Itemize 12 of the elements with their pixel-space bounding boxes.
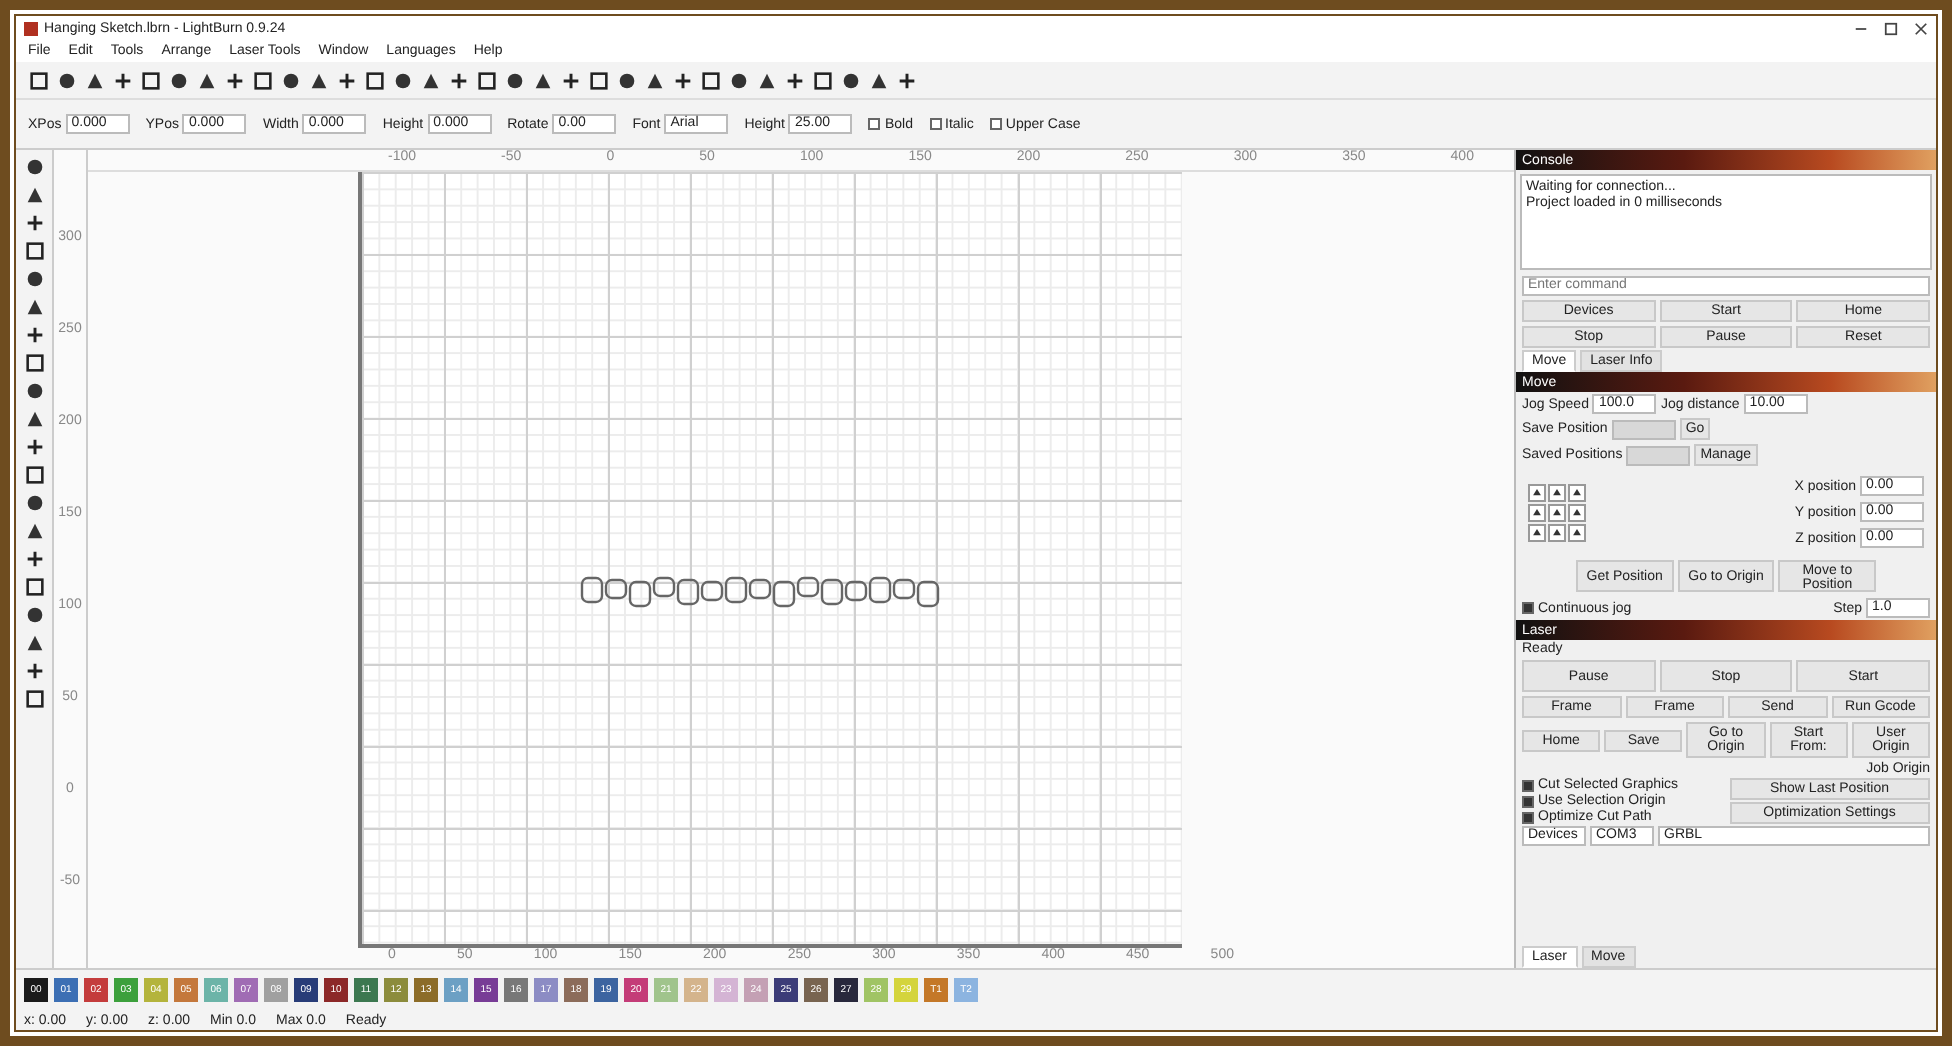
app-logo-icon	[24, 21, 38, 35]
close-icon[interactable]	[1914, 21, 1928, 35]
checkbox[interactable]	[989, 118, 1002, 130]
input-field[interactable]	[1626, 445, 1691, 465]
checkbox[interactable]	[868, 118, 881, 130]
input-field[interactable]	[1611, 419, 1676, 439]
checkbox[interactable]	[1522, 779, 1534, 791]
checkbox[interactable]	[1522, 811, 1534, 823]
checkbox[interactable]	[929, 118, 941, 130]
checkbox[interactable]	[1522, 602, 1534, 614]
checkbox[interactable]	[1522, 795, 1534, 807]
maximize-icon[interactable]	[1884, 21, 1898, 35]
